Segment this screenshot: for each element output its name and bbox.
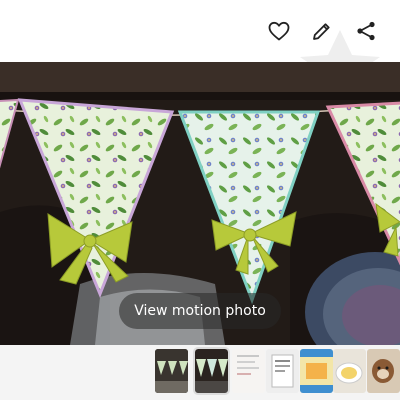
- thumbnail-image: [300, 349, 333, 393]
- thumbnail-image: [195, 349, 228, 393]
- top-action-bar: [0, 0, 400, 62]
- thumbnail-4[interactable]: [266, 349, 299, 393]
- thumbnail-image: [266, 349, 299, 393]
- share-button[interactable]: [349, 14, 383, 48]
- thumbnail-image: [367, 349, 400, 393]
- pencil-icon: [313, 23, 330, 40]
- edit-button[interactable]: [305, 14, 339, 48]
- thumbnail-filmstrip: [0, 345, 400, 400]
- view-motion-photo-button[interactable]: View motion photo: [119, 293, 281, 329]
- thumbnail-5[interactable]: [300, 349, 333, 393]
- thumbnail-7[interactable]: [367, 349, 400, 393]
- favorite-button[interactable]: [262, 14, 296, 48]
- thumbnail-3[interactable]: [232, 349, 265, 393]
- thumbnail-6[interactable]: [333, 349, 366, 393]
- background-stars-decoration: [300, 30, 380, 62]
- thumbnail-image: [333, 349, 366, 393]
- heart-outline-icon: [268, 21, 290, 41]
- thumbnail-image: [155, 349, 188, 393]
- thumbnail-2-selected[interactable]: [193, 347, 230, 395]
- thumbnail-1[interactable]: [155, 349, 188, 393]
- share-icon: [357, 21, 375, 41]
- thumbnail-image: [232, 349, 265, 393]
